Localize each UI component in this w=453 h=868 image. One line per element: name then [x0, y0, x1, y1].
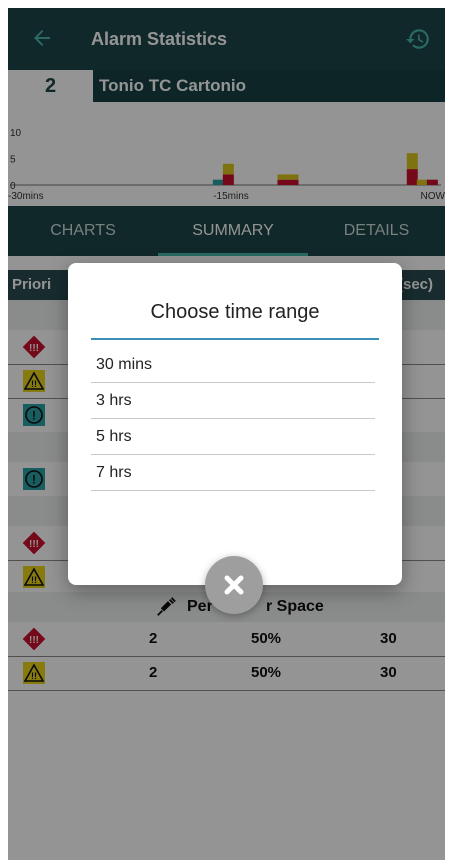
- option-7-hrs[interactable]: 7 hrs: [91, 455, 375, 491]
- option-label: 3 hrs: [96, 392, 132, 409]
- option-label: 5 hrs: [96, 428, 132, 445]
- close-icon: [224, 575, 244, 595]
- option-30-mins[interactable]: 30 mins: [91, 347, 375, 383]
- time-range-dialog: Choose time range 30 mins 3 hrs 5 hrs 7 …: [68, 263, 402, 585]
- option-5-hrs[interactable]: 5 hrs: [91, 419, 375, 455]
- option-3-hrs[interactable]: 3 hrs: [91, 383, 375, 419]
- title-divider: [91, 338, 379, 340]
- option-label: 30 mins: [96, 356, 153, 373]
- close-button[interactable]: [205, 556, 263, 614]
- app-screen: Alarm Statistics 2 Tonio TC Cartonio 10 5…: [8, 8, 445, 860]
- option-label: 7 hrs: [96, 464, 132, 481]
- dialog-title: Choose time range: [150, 301, 320, 323]
